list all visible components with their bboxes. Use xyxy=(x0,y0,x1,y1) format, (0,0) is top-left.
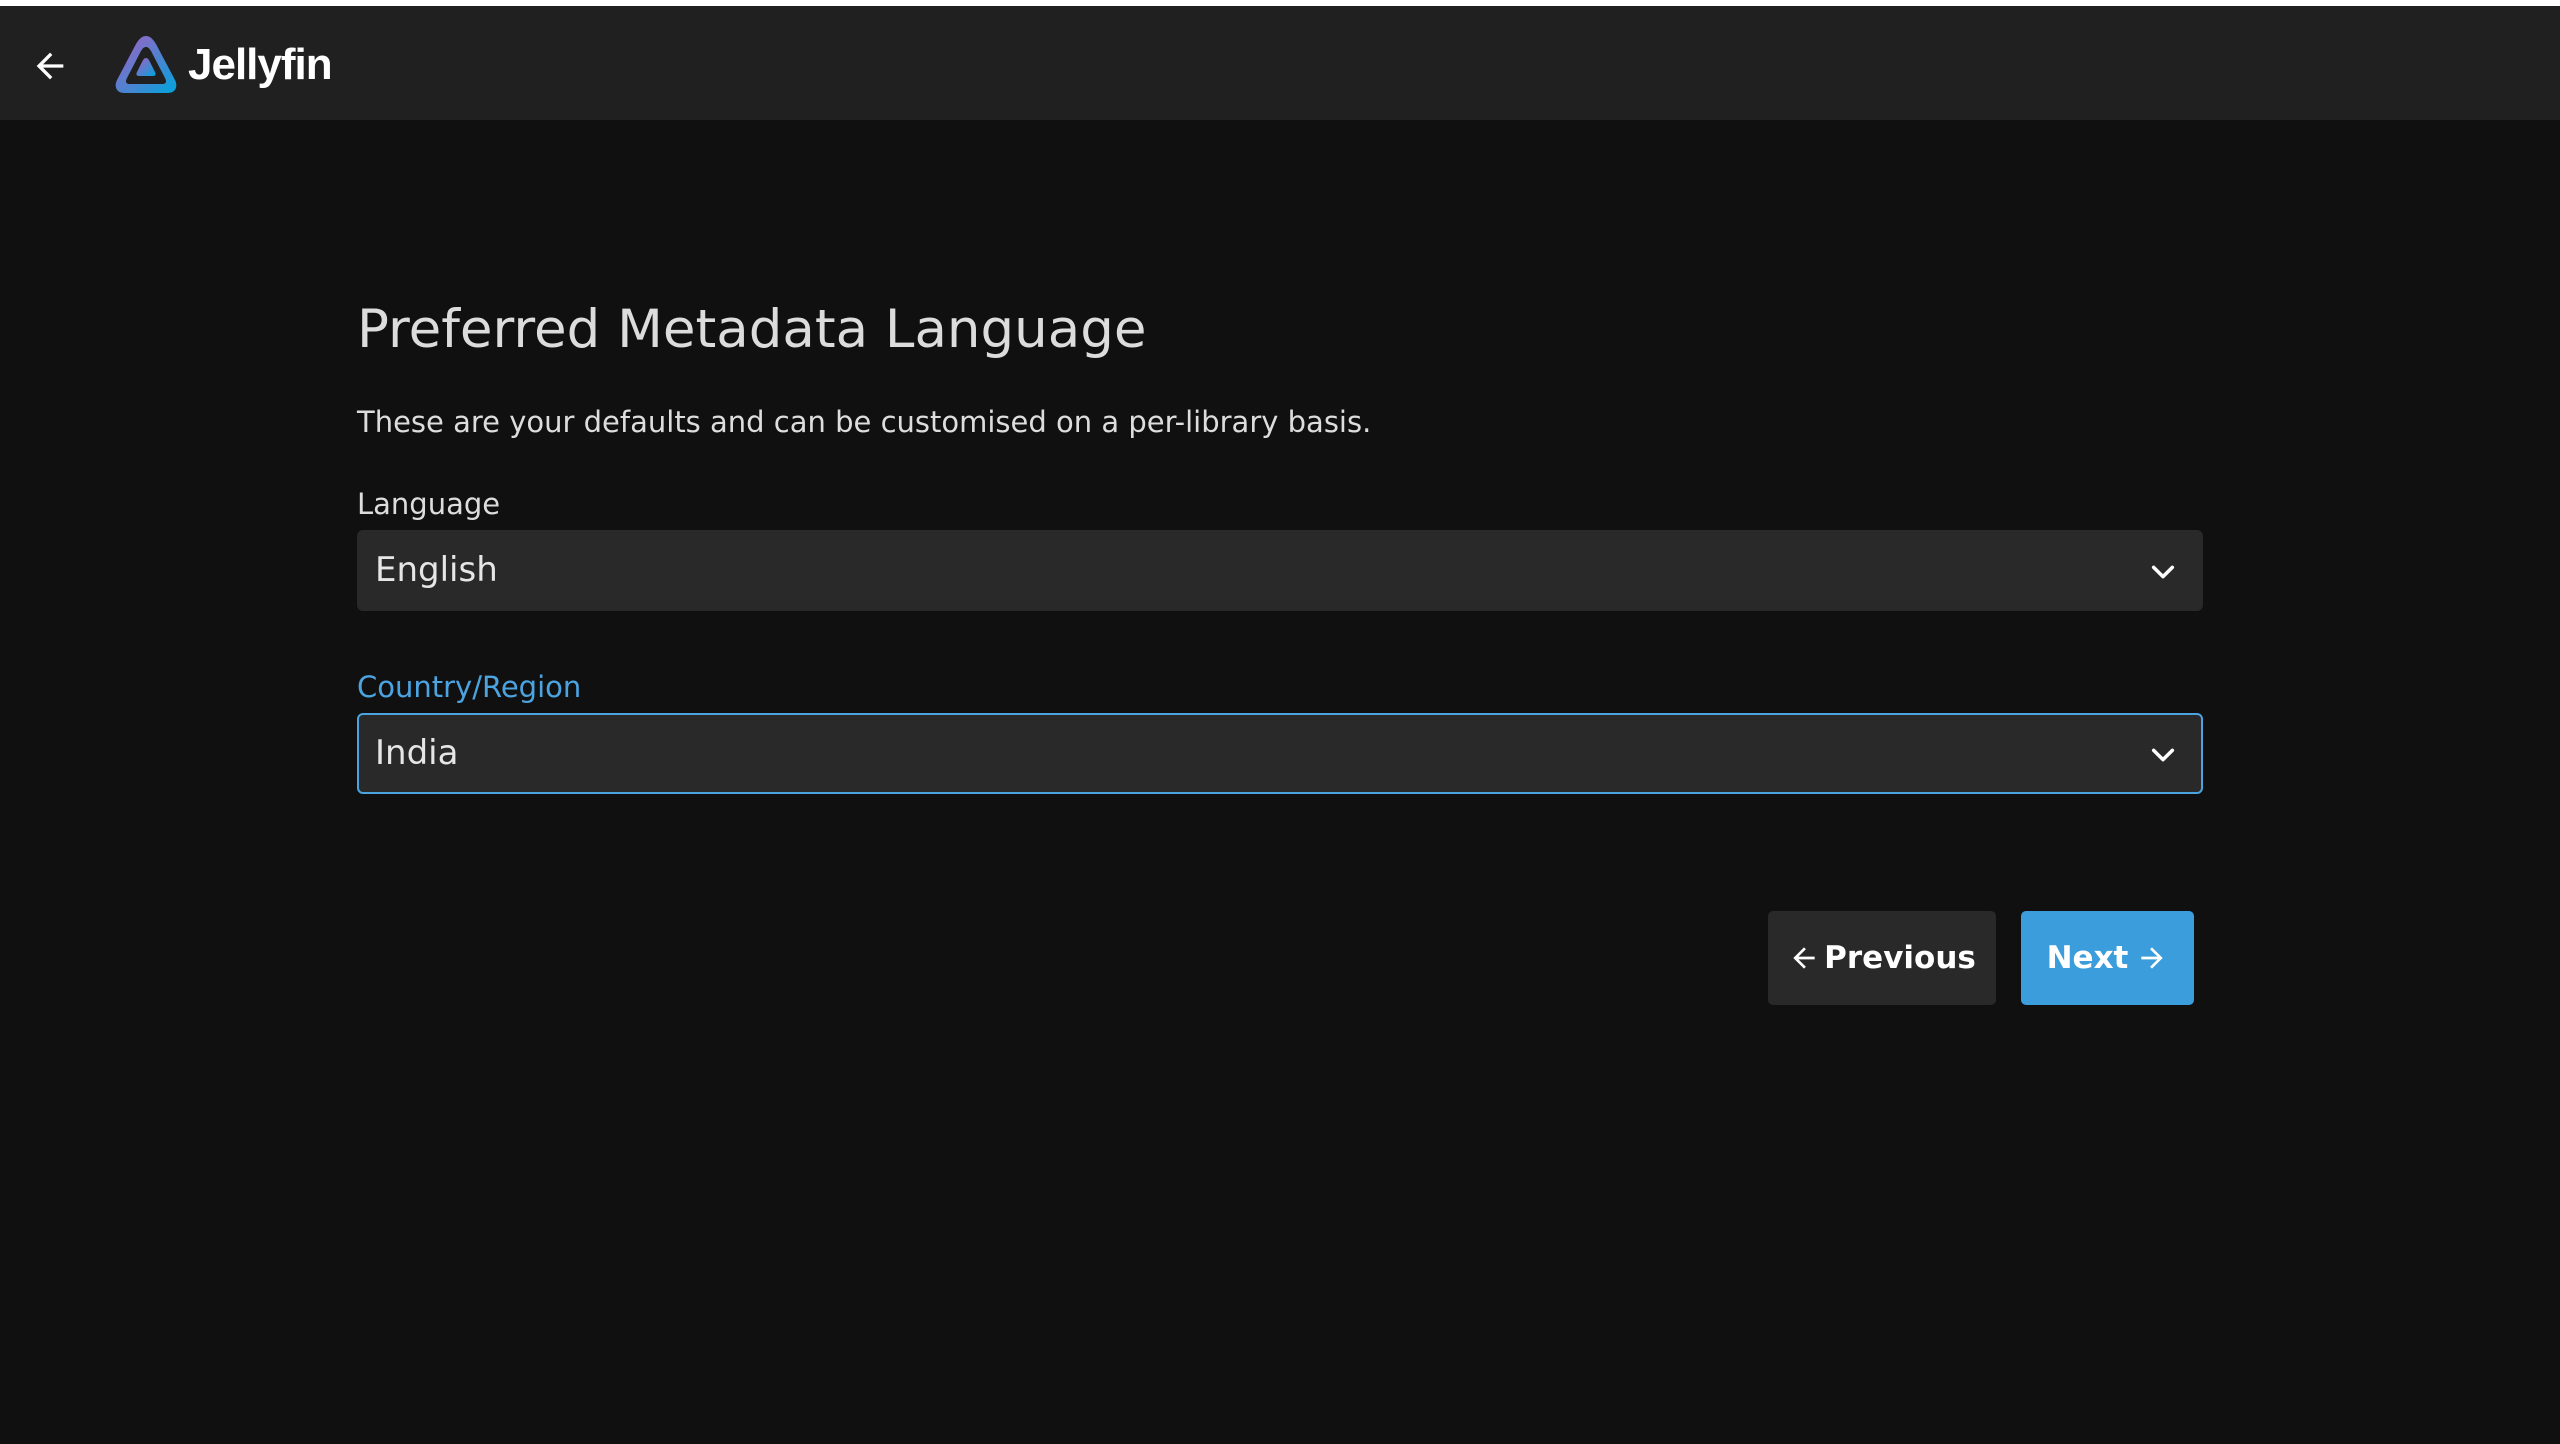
jellyfin-logo-icon xyxy=(115,36,177,93)
arrow-left-icon xyxy=(1793,947,1815,969)
header-bar: Jellyfin xyxy=(0,6,2560,120)
country-region-value: India xyxy=(375,733,459,773)
next-button[interactable]: Next xyxy=(2021,911,2194,1005)
arrow-right-icon xyxy=(2141,947,2164,969)
country-region-label: Country/Region xyxy=(357,670,582,704)
app-name: Jellyfin xyxy=(188,40,333,89)
language-value: English xyxy=(375,550,498,590)
back-button[interactable] xyxy=(18,34,82,98)
arrow-left-icon xyxy=(36,52,64,80)
language-label: Language xyxy=(357,487,501,521)
previous-button-label: Previous xyxy=(1824,940,1976,976)
chevron-down-icon xyxy=(2151,565,2175,579)
country-region-select[interactable]: India xyxy=(357,713,2203,794)
language-select[interactable]: English xyxy=(357,530,2203,611)
wizard-content: Preferred Metadata Language These are yo… xyxy=(357,280,2203,794)
page-title: Preferred Metadata Language xyxy=(357,299,1147,360)
previous-button[interactable]: Previous xyxy=(1768,911,1996,1005)
app-logo[interactable]: Jellyfin xyxy=(114,32,333,98)
chevron-down-icon xyxy=(2151,748,2175,762)
page-description: These are your defaults and can be custo… xyxy=(357,405,1372,439)
next-button-label: Next xyxy=(2046,940,2129,976)
